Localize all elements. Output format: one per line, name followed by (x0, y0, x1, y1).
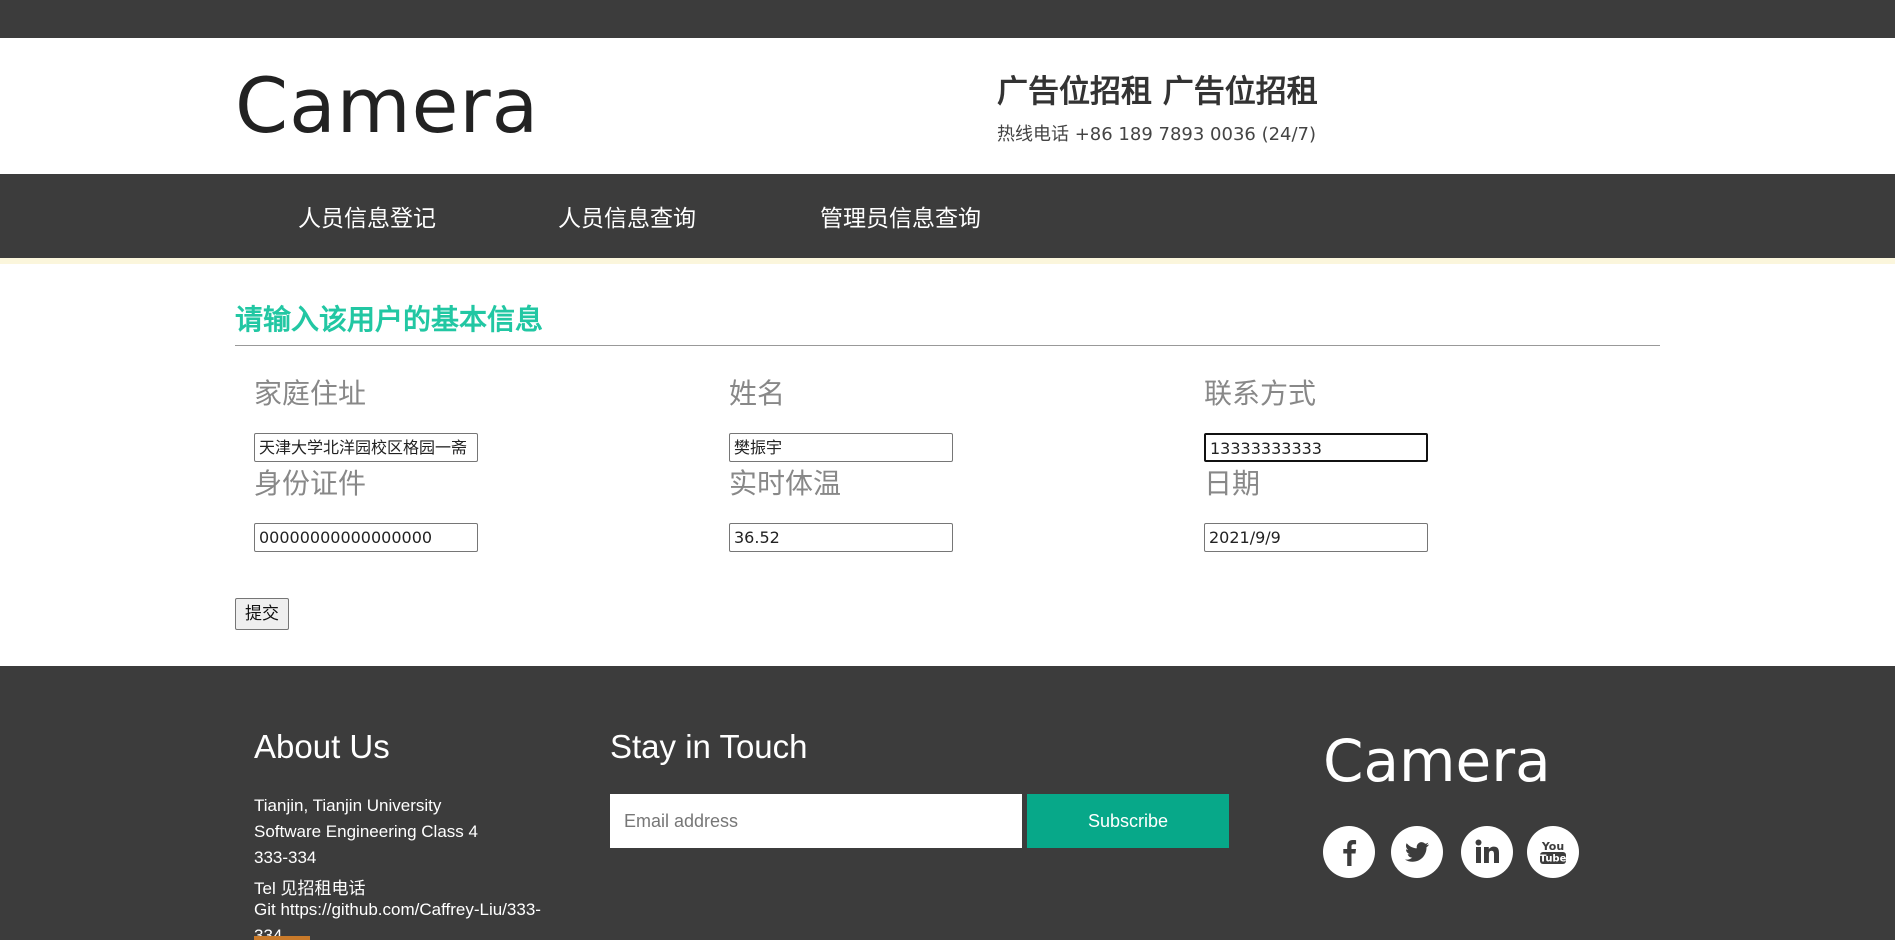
site-logo[interactable]: Camera (235, 68, 539, 144)
stay-in-touch-title: Stay in Touch (610, 728, 808, 765)
subscribe-button[interactable]: Subscribe (1027, 794, 1229, 848)
form-divider (235, 345, 1660, 346)
facebook-icon[interactable] (1323, 826, 1375, 878)
nav-stripe (0, 258, 1895, 264)
top-bar (0, 0, 1895, 38)
hotline-text: 热线电话 +86 189 7893 0036 (24/7) (997, 124, 1317, 145)
form-title: 请输入该用户的基本信息 (235, 303, 544, 336)
nav-item-admin-query[interactable]: 管理员信息查询 (820, 199, 981, 233)
contact-input[interactable]: 13333333333 (1204, 433, 1428, 462)
svg-text:Tube: Tube (1540, 854, 1567, 865)
linkedin-glyph (1475, 839, 1499, 863)
date-label: 日期 (1204, 467, 1261, 500)
temperature-input[interactable]: 36.52 (729, 523, 953, 552)
submit-button[interactable]: 提交 (235, 598, 289, 630)
about-title: About Us (254, 728, 390, 765)
about-line: 333-334 (254, 848, 317, 867)
date-input[interactable]: 2021/9/9 (1204, 523, 1428, 552)
about-line: Software Engineering Class 4 (254, 822, 478, 841)
name-input[interactable]: 樊振宇 (729, 433, 953, 462)
youtube-glyph: You Tube (1540, 840, 1567, 865)
twitter-icon[interactable] (1391, 826, 1443, 878)
footer-accent-line (254, 936, 310, 940)
about-line: Tianjin, Tianjin University (254, 796, 442, 815)
id-card-input[interactable]: 00000000000000000 (254, 523, 478, 552)
nav-item-register[interactable]: 人员信息登记 (298, 199, 436, 233)
site-logo-text: Camera (235, 61, 540, 150)
nav-item-query[interactable]: 人员信息查询 (558, 199, 696, 233)
name-label: 姓名 (729, 377, 786, 410)
main-nav: 人员信息登记 人员信息查询 管理员信息查询 (0, 174, 1895, 264)
svg-text:You: You (1541, 840, 1564, 853)
linkedin-icon[interactable] (1461, 826, 1513, 878)
address-label: 家庭住址 (254, 377, 367, 410)
about-line: Tel 见招租电话 (254, 879, 366, 898)
email-input[interactable]: Email address (610, 794, 1022, 848)
git-link[interactable]: Git https://github.com/Caffrey-Liu/333- (254, 900, 541, 920)
contact-label: 联系方式 (1204, 377, 1317, 410)
site-footer: About Us Tianjin, Tianjin University Sof… (0, 666, 1895, 945)
temperature-label: 实时体温 (729, 467, 842, 500)
twitter-glyph (1405, 842, 1429, 862)
youtube-icon[interactable]: You Tube (1527, 826, 1579, 878)
footer-logo[interactable]: Camera (1323, 732, 1551, 790)
ad-title: 广告位招租 广告位招租 (997, 74, 1318, 110)
address-input[interactable]: 天津大学北洋园校区格园一斋 (254, 433, 478, 462)
facebook-glyph (1343, 840, 1357, 866)
id-card-label: 身份证件 (254, 467, 367, 500)
